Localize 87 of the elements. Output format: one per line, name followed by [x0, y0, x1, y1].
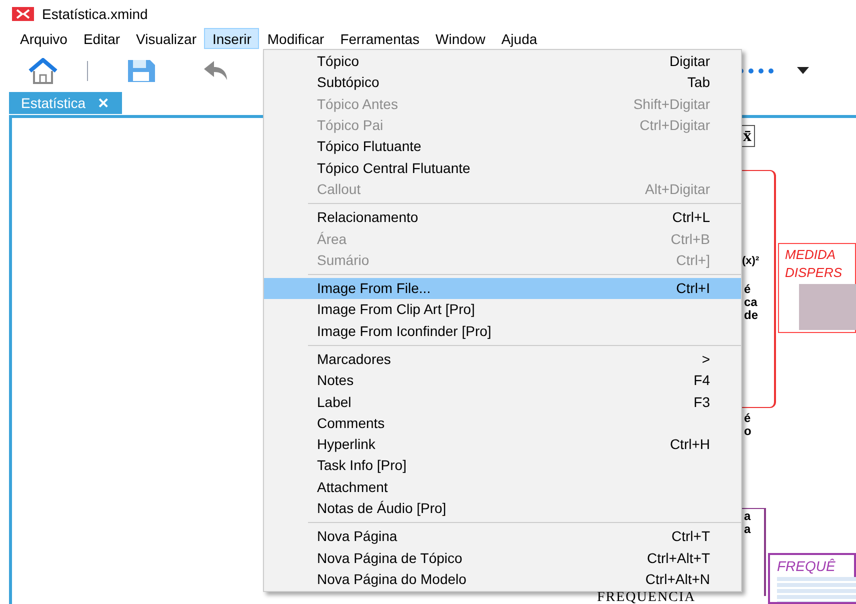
dropdown-icon[interactable]: [797, 67, 809, 74]
menu-bar-item[interactable]: Ajuda: [493, 28, 546, 49]
menu-item[interactable]: Label F3: [264, 391, 741, 413]
menu-item-label: Task Info [Pro]: [317, 456, 406, 476]
topic-text: ca: [744, 295, 758, 309]
shortcut-label: Shift+Digitar: [633, 94, 710, 114]
menu-item-label: Relacionamento: [317, 208, 418, 228]
topic-title: MEDIDA: [785, 246, 837, 264]
menu-item[interactable]: Nova Página de Tópico Ctrl+Alt+T: [264, 548, 741, 569]
menu-item-label: Notas de Áudio [Pro]: [317, 499, 446, 518]
tab-label: Estatística: [21, 94, 86, 112]
menu-bar-item[interactable]: Modificar: [259, 28, 332, 49]
menu-item-label: Área: [317, 230, 347, 249]
menu-item-label: Tópico Flutuante: [317, 137, 422, 156]
menu-item[interactable]: Nova Página do Modelo Ctrl+Alt+N: [264, 568, 741, 590]
menu-item-label: Label: [317, 392, 352, 412]
menu-item-label: Tópico Central Flutuante: [317, 158, 470, 178]
menu-item[interactable]: Notes F4: [264, 370, 741, 392]
menu-item-label: Sumário: [317, 250, 370, 270]
shortcut-label: Ctrl+B: [670, 230, 710, 249]
menu-item-label: Nova Página: [317, 527, 398, 546]
shortcut-label: Alt+Digitar: [645, 180, 710, 199]
shortcut-label: Ctrl+H: [670, 435, 710, 454]
menu-item-label: Notes: [317, 371, 354, 390]
shortcut-label: F3: [694, 392, 710, 412]
menu-item-label: Image From Iconfinder [Pro]: [317, 322, 492, 341]
menu-item-label: Tópico: [317, 52, 360, 72]
home-icon[interactable]: [27, 58, 59, 84]
topic-text: é: [744, 411, 751, 425]
menu-item-label: Tópico Pai: [317, 116, 384, 136]
menu-item[interactable]: Nova Página Ctrl+T: [264, 526, 741, 548]
menu-bar-item[interactable]: Ferramentas: [332, 28, 428, 49]
menu-item[interactable]: Tópico Digitar: [264, 51, 741, 72]
shortcut-label: Ctrl+Alt+N: [645, 570, 710, 589]
menu-item-label: Callout: [317, 180, 361, 199]
topic-text: o: [744, 424, 752, 438]
menu-item-label: Subtópico: [317, 73, 380, 92]
menu-item[interactable]: Marcadores >: [264, 348, 741, 370]
topic-title: DISPERS: [785, 264, 844, 282]
shortcut-label: Ctrl+Digitar: [640, 116, 710, 136]
menu-item-label: Nova Página de Tópico: [317, 548, 462, 568]
menu-bar-item[interactable]: Inserir: [204, 28, 260, 49]
topic-text: a: [744, 522, 751, 536]
window-title: Estatística.xmind: [42, 4, 148, 24]
menu-item[interactable]: Task Info [Pro]: [264, 455, 741, 477]
menu-bar-item[interactable]: Window: [428, 28, 494, 49]
app-logo-icon: [12, 7, 34, 21]
menu-item[interactable]: Relacionamento Ctrl+L: [264, 207, 741, 228]
menu-item-label: Tópico Antes: [317, 94, 398, 114]
menu-bar-item[interactable]: Arquivo: [12, 28, 76, 49]
menu-item[interactable]: Tópico Central Flutuante: [264, 157, 741, 179]
menu-item-label: Nova Página do Modelo: [317, 570, 466, 589]
menu-item-label: Marcadores: [317, 350, 391, 369]
menu-item[interactable]: Comments: [264, 412, 741, 434]
shortcut-label: F4: [694, 371, 710, 390]
undo-icon[interactable]: [202, 58, 230, 82]
image-placeholder: [799, 284, 856, 330]
shortcut-label: Ctrl+L: [672, 208, 710, 228]
menu-item-label: Comments: [317, 414, 385, 433]
menu-bar-item[interactable]: Editar: [75, 28, 128, 49]
menu-item[interactable]: Subtópico Tab: [264, 72, 741, 94]
topic-title: FREQUÊ: [777, 557, 836, 575]
formula-text: (x)²: [742, 254, 760, 269]
shortcut-label: Digitar: [670, 52, 710, 72]
menu-item[interactable]: Image From Iconfinder [Pro]: [264, 320, 741, 342]
shortcut-label: Ctrl+]: [676, 250, 710, 270]
menu-item[interactable]: Image From Clip Art [Pro]: [264, 299, 741, 321]
menu-item-label: Attachment: [317, 478, 388, 497]
menu-bar-item[interactable]: Visualizar: [128, 28, 204, 49]
menu-item-label: Image From Clip Art [Pro]: [317, 300, 475, 320]
menu-item[interactable]: Notas de Áudio [Pro]: [264, 498, 741, 520]
shortcut-label: >: [702, 350, 710, 369]
menu-item[interactable]: Attachment: [264, 476, 741, 498]
menu-item[interactable]: Tópico Flutuante: [264, 136, 741, 158]
menu-item[interactable]: Image From File... Ctrl+I: [264, 278, 741, 300]
shortcut-label: Ctrl+I: [676, 279, 710, 298]
menu-item[interactable]: Hyperlink Ctrl+H: [264, 434, 741, 456]
topic-text: é: [744, 282, 751, 296]
shortcut-label: Ctrl+T: [672, 527, 710, 546]
save-icon[interactable]: [126, 58, 156, 84]
shortcut-label: Ctrl+Alt+T: [646, 548, 710, 568]
shortcut-label: Tab: [687, 73, 710, 92]
topic-text: de: [744, 308, 758, 322]
topic-text: FREQUENCIA: [597, 592, 696, 604]
menu-item-label: Image From File...: [317, 279, 431, 298]
menu-item-label: Hyperlink: [317, 435, 376, 454]
topic-text: a: [744, 509, 751, 523]
